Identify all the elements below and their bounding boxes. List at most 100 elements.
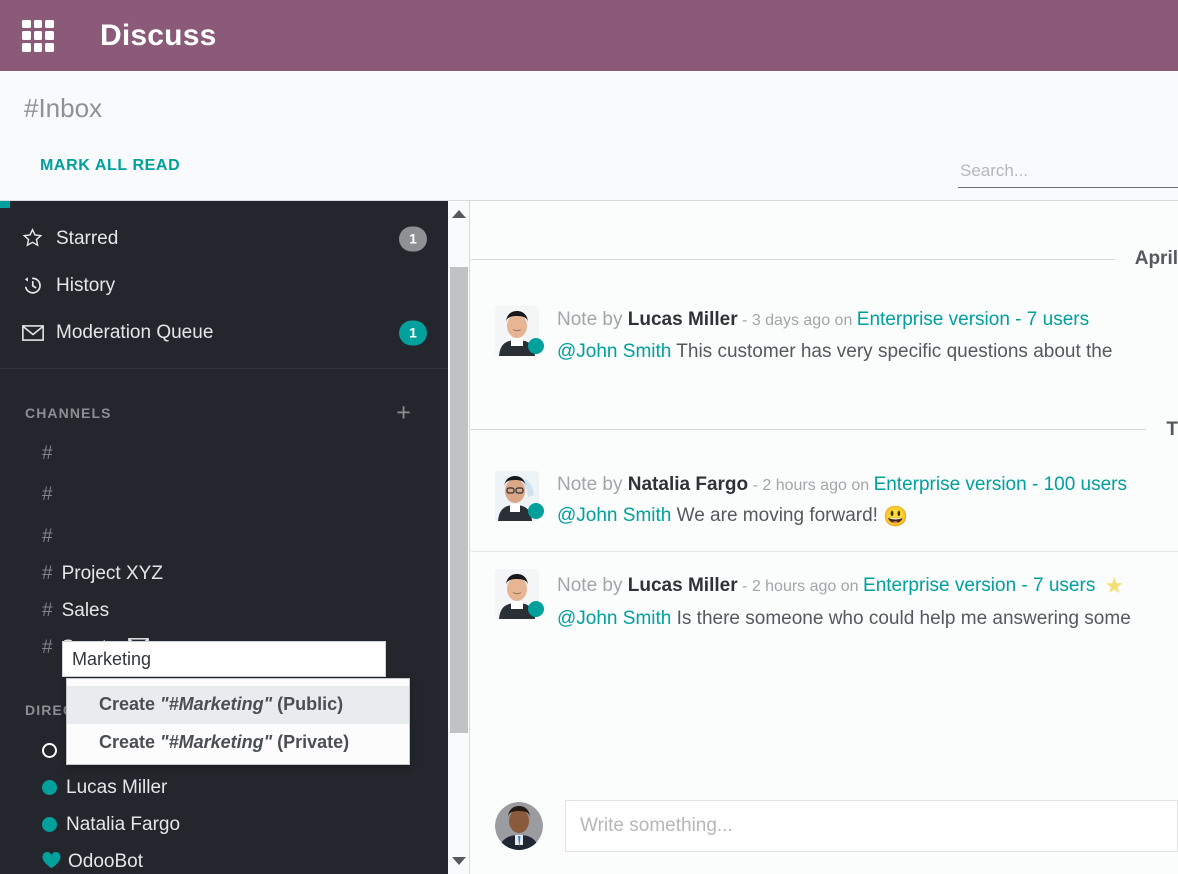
message-header: Note by Lucas Miller - 2 hours ago on En… [557,569,1131,602]
separator-line [471,259,1115,260]
channel-label: Sales [62,600,110,622]
message-prefix: Note by [557,575,628,596]
sidebar-channel-item[interactable]: # [0,518,448,555]
circle-filled-icon [42,817,57,832]
avatar [495,569,541,619]
message-body: Note by Lucas Miller - 2 hours ago on En… [557,569,1131,633]
message-body: Note by Natalia Fargo - 2 hours ago on E… [557,471,1127,534]
option-quoted-name: "#Marketing" [160,694,272,714]
option-suffix: (Private) [272,732,349,752]
message-document-link[interactable]: Enterprise version - 100 users [874,474,1127,495]
message-text: Is there someone who could help me answe… [671,608,1130,629]
star-outline-icon [22,228,52,249]
message-content: @John Smith We are moving forward! 😃 [557,501,1127,533]
page-title: #Inbox [24,93,102,124]
dm-label: Lucas Miller [66,777,167,799]
message-row[interactable]: Note by Lucas Miller - 3 days ago on Ent… [471,289,1178,384]
option-quoted-name: "#Marketing" [160,732,272,752]
avatar [495,471,541,521]
message-author: Lucas Miller [628,309,738,330]
hash-icon: # [42,443,53,465]
sidebar-dm-item-natalia-fargo[interactable]: Natalia Fargo [0,806,448,843]
scroll-up-icon[interactable] [452,210,466,218]
sidebar-channel-item-sales[interactable]: # Sales [0,592,448,629]
date-separator-today: T [471,416,1178,444]
autocomplete-option-create-private[interactable]: Create "#Marketing" (Private) [67,724,409,762]
sidebar-scrollbar[interactable] [448,201,470,874]
sidebar-item-starred[interactable]: Starred 1 [0,215,448,262]
message-timestamp: - 2 hours ago on [738,578,863,595]
history-icon [22,275,52,296]
add-channel-button[interactable]: + [396,401,412,426]
channel-autocomplete-dropdown: Create "#Marketing" (Public) Create "#Ma… [66,678,410,765]
dm-label: Natalia Fargo [66,814,180,836]
scroll-down-icon[interactable] [452,857,466,865]
sidebar-item-label: Starred [56,228,118,250]
discuss-sidebar: Starred 1 History [0,201,448,874]
apps-grid-icon[interactable] [22,20,54,52]
mark-all-read-button[interactable]: MARK ALL READ [40,157,180,175]
search-input[interactable] [958,159,1178,188]
mailbox-list: Starred 1 History [0,201,448,369]
mention-link[interactable]: @John Smith [557,608,671,629]
star-icon[interactable]: ★ [1104,573,1124,598]
hash-icon: # [42,600,53,622]
message-row[interactable]: Note by Natalia Fargo - 2 hours ago on E… [471,454,1178,552]
message-text: We are moving forward! [671,505,883,526]
message-header: Note by Lucas Miller - 3 days ago on Ent… [557,306,1112,335]
presence-indicator [528,338,544,354]
message-text: This customer has very specific question… [671,341,1112,362]
message-row[interactable]: Note by Lucas Miller - 2 hours ago on En… [471,551,1178,651]
channel-name-input[interactable] [62,641,386,677]
date-separator-april: April [471,245,1178,273]
sidebar-item-history[interactable]: History [0,262,448,309]
sidebar-item-label: History [56,275,115,297]
hash-icon: # [42,563,53,585]
sidebar-channel-item[interactable]: # [0,435,448,472]
circle-filled-icon [42,780,57,795]
hash-icon: # [42,526,53,548]
message-thread: April Note by Lucas Miller - 3 days ago … [471,201,1178,874]
discuss-app: Discuss #Inbox MARK ALL READ Filters Fav… [0,0,1178,874]
message-document-link[interactable]: Enterprise version - 7 users [857,309,1089,330]
sidebar-item-moderation-queue[interactable]: Moderation Queue 1 [0,309,448,356]
separator-line [471,429,1146,430]
message-timestamp: - 2 hours ago on [748,477,873,494]
scrollbar-thumb[interactable] [450,267,468,733]
mention-link[interactable]: @John Smith [557,341,671,362]
message-prefix: Note by [557,474,628,495]
message-timestamp: - 3 days ago on [738,312,857,329]
hash-icon: # [42,637,53,659]
message-prefix: Note by [557,309,628,330]
message-document-link[interactable]: Enterprise version - 7 users [863,575,1095,596]
message-body: Note by Lucas Miller - 3 days ago on Ent… [557,306,1112,366]
heart-icon [42,852,61,872]
message-input[interactable] [565,800,1178,852]
message-composer [471,788,1178,864]
emoji-icon: 😃 [883,506,908,528]
mention-link[interactable]: @John Smith [557,505,671,526]
option-prefix: Create [99,732,160,752]
top-navbar: Discuss [0,0,1178,71]
sidebar-dm-item-lucas-miller[interactable]: Lucas Miller [0,769,448,806]
sidebar-channel-item-project-xyz[interactable]: # Project XYZ [0,555,448,592]
presence-indicator [528,601,544,617]
moderation-queue-badge: 1 [399,320,427,345]
sidebar-channel-item[interactable]: # [0,472,448,518]
sidebar-dm-item-odoobot[interactable]: OdooBot [0,843,448,874]
message-header: Note by Natalia Fargo - 2 hours ago on E… [557,471,1127,500]
circle-outline-icon [42,743,57,758]
current-user-avatar [495,802,543,850]
dm-label: OdooBot [68,851,143,873]
message-author: Lucas Miller [628,575,738,596]
option-suffix: (Public) [272,694,343,714]
message-author: Natalia Fargo [628,474,748,495]
app-title: Discuss [100,19,216,53]
control-panel: #Inbox MARK ALL READ Filters Favorite [0,71,1178,201]
hash-icon: # [42,484,53,506]
message-content: @John Smith Is there someone who could h… [557,604,1131,633]
separator-label: T [1166,419,1178,441]
channels-header-label: CHANNELS [25,405,112,421]
channel-list: # # # # Project XYZ # Sales # Sports [0,435,448,666]
autocomplete-option-create-public[interactable]: Create "#Marketing" (Public) [67,686,409,724]
